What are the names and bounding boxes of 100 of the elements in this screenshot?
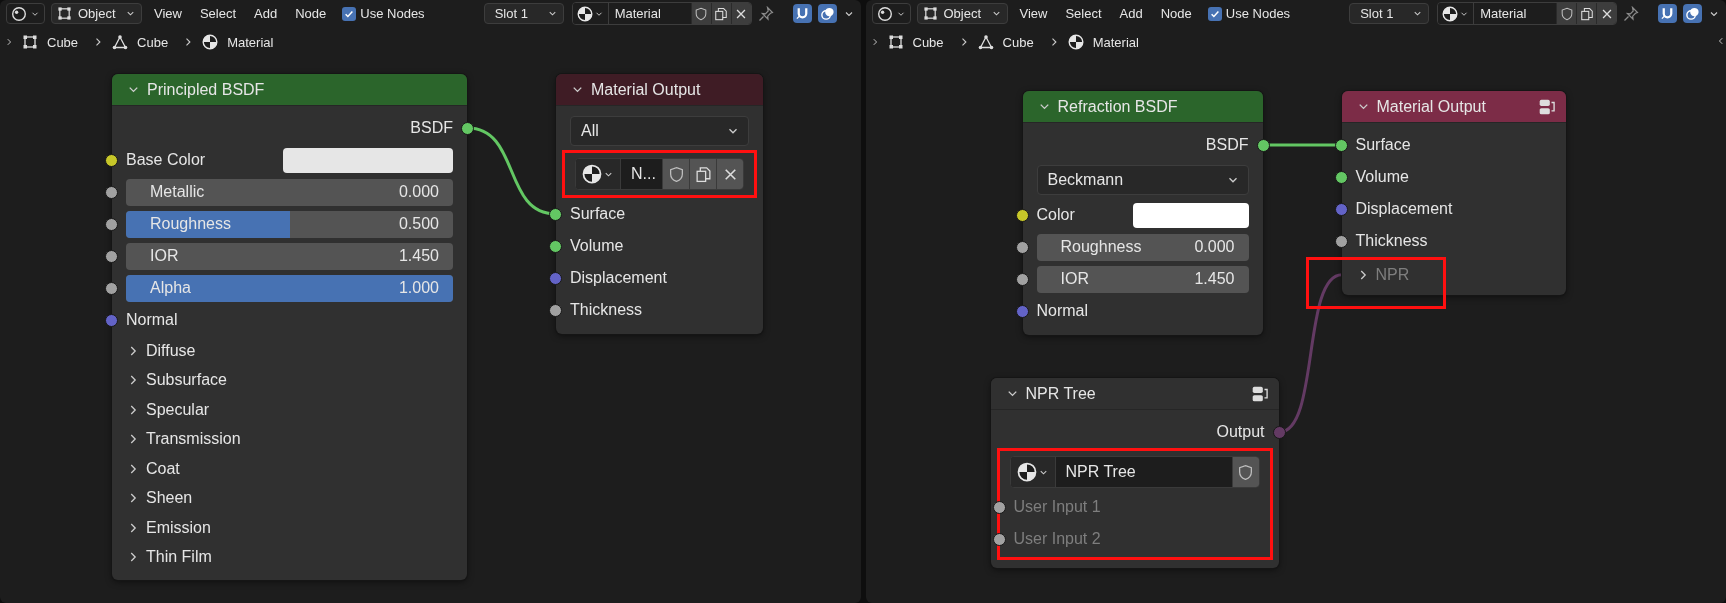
fake-user-button[interactable] — [690, 3, 711, 24]
dropdown[interactable]: Beckmann — [1036, 165, 1249, 195]
overlay-icon — [1685, 6, 1700, 21]
checkbox-label[interactable]: Use Nodes — [360, 6, 425, 21]
mesh-icon — [112, 34, 129, 50]
menu-item[interactable]: View — [148, 6, 188, 21]
socket[interactable] — [105, 185, 118, 199]
number-field[interactable]: Roughness 0.000 — [1036, 233, 1249, 261]
color-swatch[interactable] — [282, 147, 453, 173]
socket-label: Thickness — [1354, 232, 1428, 250]
socket-label: BSDF — [1205, 136, 1249, 154]
breadcrumb-item[interactable]: Material — [227, 34, 274, 50]
node-header[interactable]: Material Output — [556, 74, 763, 106]
menu-item[interactable]: Add — [1113, 6, 1149, 21]
node-header[interactable]: Principled BSDF — [112, 74, 467, 106]
socket[interactable] — [1256, 138, 1270, 152]
node-title: NPR Tree — [1025, 384, 1097, 403]
socket-label: User Input 2 — [1012, 530, 1101, 548]
mode-dropdown[interactable]: Object — [51, 3, 142, 24]
duplicate-button[interactable] — [1576, 3, 1597, 24]
node-header[interactable]: Refraction BSDF — [1022, 91, 1263, 123]
object-icon — [22, 34, 38, 50]
fake-user-button[interactable] — [1556, 3, 1577, 24]
pin-icon[interactable] — [1623, 5, 1640, 22]
slider-field[interactable]: Metallic 0.000 — [126, 178, 453, 206]
checkbox[interactable] — [342, 6, 357, 21]
breadcrumb-item[interactable]: Cube — [1002, 34, 1034, 50]
material-icon — [202, 34, 219, 50]
socket[interactable] — [549, 207, 562, 221]
panel-header[interactable]: Sheen — [112, 489, 193, 508]
mode-dropdown[interactable]: Object — [916, 3, 1008, 24]
slot-dropdown[interactable]: Slot 1 — [483, 3, 564, 24]
socket[interactable] — [1015, 240, 1029, 254]
socket[interactable] — [105, 249, 118, 263]
menu-item[interactable]: Select — [193, 6, 243, 21]
node-header[interactable]: Material Output — [1341, 91, 1566, 123]
menu-item[interactable]: Node — [289, 6, 333, 21]
unlink-button[interactable] — [730, 3, 751, 24]
snap-toggle[interactable] — [792, 4, 812, 23]
editor-type-button[interactable] — [6, 3, 45, 24]
socket[interactable] — [549, 303, 562, 317]
editor-type-icon — [876, 5, 893, 22]
checkbox-label[interactable]: Use Nodes — [1225, 6, 1291, 21]
menu-item[interactable]: View — [1013, 6, 1054, 21]
overlay-toggle[interactable] — [817, 4, 837, 23]
snap-toggle[interactable] — [1658, 4, 1677, 23]
breadcrumb-item[interactable]: Cube — [137, 34, 169, 50]
panel-header[interactable]: Coat — [112, 459, 180, 478]
duplicate-button[interactable] — [710, 3, 731, 24]
editor-type-button[interactable] — [871, 3, 911, 24]
panel-header[interactable]: Thin Film — [112, 548, 212, 567]
shield-icon — [694, 6, 709, 21]
node-header[interactable]: NPR Tree — [990, 378, 1279, 410]
node-group-icon[interactable] — [1537, 97, 1556, 116]
overlay-toggle[interactable] — [1683, 4, 1702, 23]
node-group-icon[interactable] — [1250, 384, 1269, 403]
slider-field[interactable]: Roughness 0.500 — [126, 210, 453, 238]
socket-label: BSDF — [410, 119, 453, 137]
panel-header[interactable]: Emission — [112, 518, 211, 537]
menu-item[interactable]: Add — [248, 6, 284, 21]
color-swatch[interactable] — [1133, 202, 1249, 228]
socket[interactable] — [461, 121, 474, 135]
menu-item[interactable]: Node — [1154, 6, 1198, 21]
sidebar-toggle-icon[interactable] — [1716, 36, 1726, 46]
checkbox[interactable] — [1207, 6, 1222, 21]
breadcrumb-item[interactable]: Material — [1092, 34, 1139, 50]
socket[interactable] — [549, 239, 562, 253]
panel-header[interactable]: Diffuse — [112, 341, 196, 360]
socket[interactable] — [1334, 234, 1348, 248]
material-icon — [576, 5, 593, 22]
socket[interactable] — [1334, 170, 1348, 184]
socket-label: Color — [1035, 206, 1075, 224]
breadcrumb-item[interactable]: Cube — [912, 34, 944, 50]
unlink-button[interactable] — [1596, 3, 1617, 24]
pin-icon[interactable] — [757, 5, 774, 22]
socket-label: Volume — [569, 237, 624, 255]
editor-type-icon — [11, 5, 27, 22]
socket[interactable] — [105, 153, 118, 167]
slider-field[interactable]: Alpha 1.000 — [126, 274, 453, 302]
number-field[interactable]: IOR 1.450 — [1036, 265, 1249, 293]
socket-label: Surface — [569, 205, 626, 223]
magnet-icon — [794, 6, 810, 21]
panel-header[interactable]: Subsurface — [112, 371, 227, 390]
dropdown[interactable]: All — [570, 116, 749, 146]
node-title: Material Output — [1376, 97, 1487, 116]
slot-dropdown[interactable]: Slot 1 — [1349, 3, 1430, 24]
object-icon — [57, 6, 72, 21]
socket-label: Surface — [1354, 136, 1411, 154]
panel-header[interactable]: Specular — [112, 400, 210, 419]
socket[interactable] — [105, 217, 118, 231]
number-field[interactable]: IOR 1.450 — [126, 242, 453, 270]
socket[interactable] — [1015, 208, 1029, 222]
socket[interactable] — [1015, 272, 1029, 286]
expand-icon[interactable] — [4, 37, 14, 47]
breadcrumb-item[interactable]: Cube — [47, 34, 79, 50]
panel-header[interactable]: Transmission — [112, 430, 241, 449]
socket-label: Thickness — [569, 301, 643, 319]
menu-item[interactable]: Select — [1059, 6, 1108, 21]
socket[interactable] — [1334, 138, 1348, 152]
socket[interactable] — [105, 281, 118, 295]
